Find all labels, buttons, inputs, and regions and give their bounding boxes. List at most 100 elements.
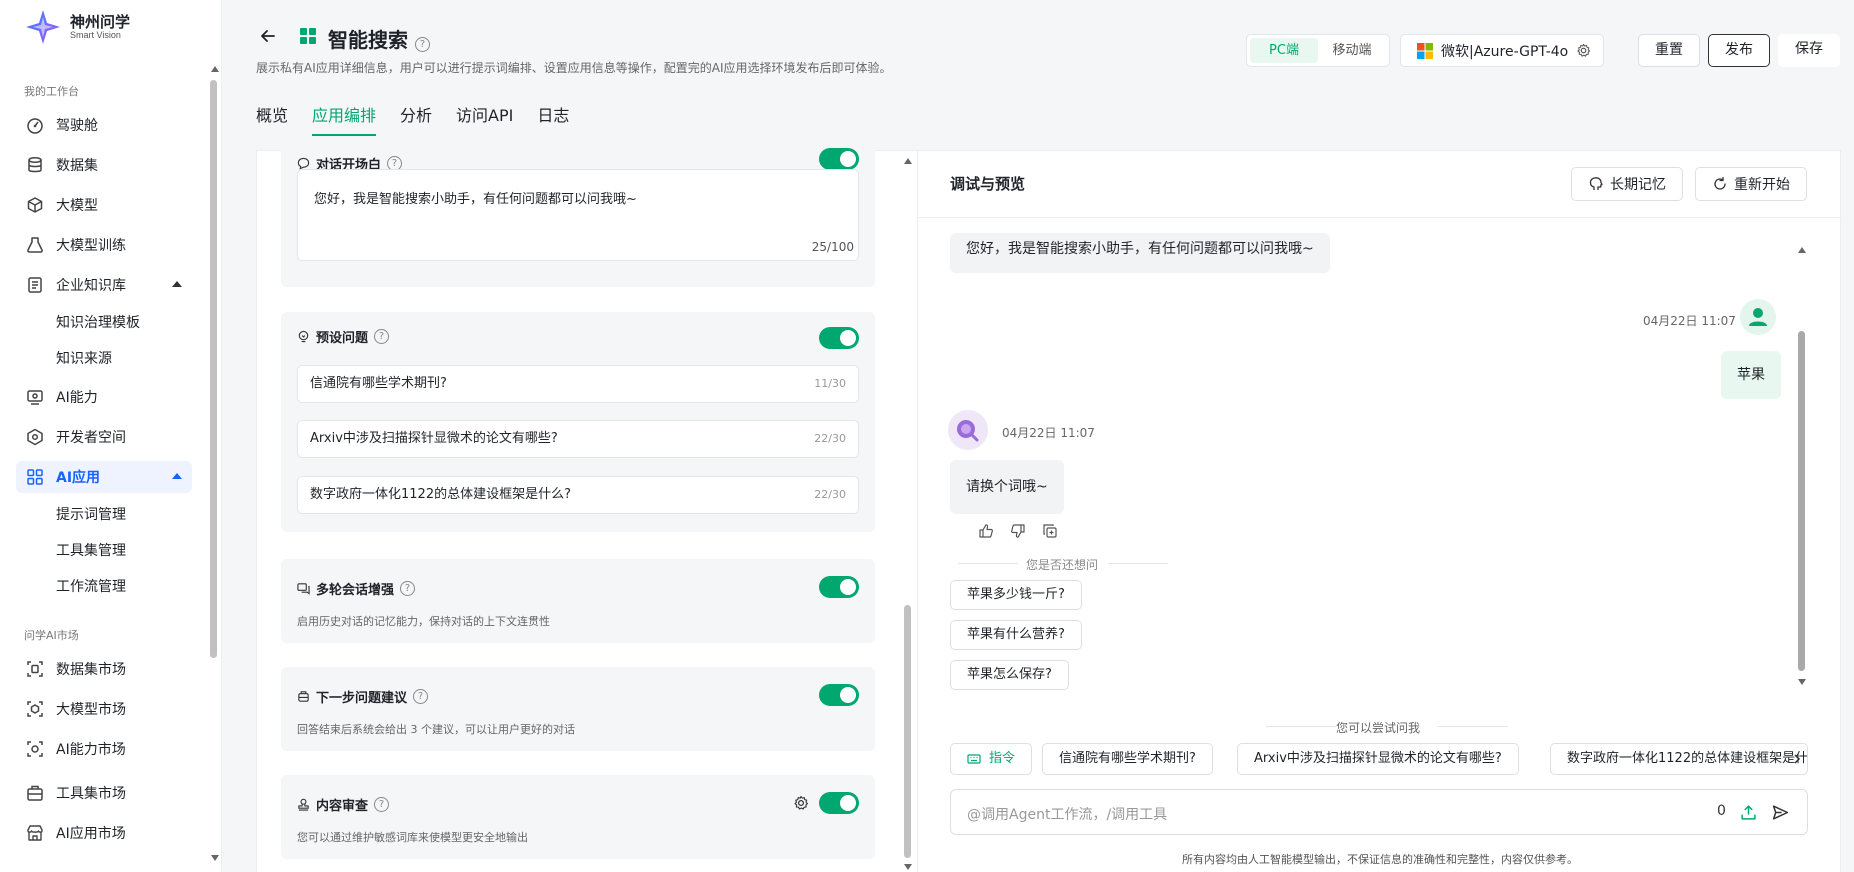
config-scrollbar-thumb[interactable] [904, 605, 911, 858]
scroll-up-icon[interactable] [211, 66, 219, 72]
scroll-down-icon[interactable] [1798, 679, 1806, 685]
preset-title-text: 预设问题 [316, 331, 369, 346]
platform-pc[interactable]: PC端 [1250, 38, 1318, 63]
suggestion-3[interactable]: 苹果怎么保存? [950, 660, 1069, 690]
long-memory-label: 长期记忆 [1610, 177, 1666, 193]
preset-question-2[interactable]: Arxiv中涉及扫描探针显微术的论文有哪些? 22/30 [297, 420, 859, 458]
store-icon [27, 825, 43, 841]
multi-turn-toggle[interactable] [819, 576, 859, 598]
page-description: 展示私有AI应用详细信息，用户可以进行提示词编排、设置应用信息等操作，配置完的A… [256, 61, 892, 75]
knowledge-base-icon [28, 277, 42, 293]
restart-button[interactable]: 重新开始 [1695, 167, 1807, 201]
help-icon[interactable]: ? [413, 689, 429, 704]
publish-button[interactable]: 发布 [1708, 34, 1770, 67]
sidebar-item-label: 大模型训练 [56, 238, 126, 254]
next-step-card: 下一步问题建议 ? 回答结束后系统会给出 3 个建议，可以让用户更好的对话 [281, 667, 875, 751]
sidebar-item-toolbox-market[interactable]: 工具集市场 [16, 777, 192, 809]
sidebar-subitem-toolset[interactable]: 工具集管理 [56, 540, 126, 560]
refresh-icon [1714, 176, 1726, 190]
help-icon[interactable]: ? [374, 329, 390, 344]
send-icon[interactable] [1772, 804, 1789, 821]
platform-mobile[interactable]: 移动端 [1318, 38, 1386, 63]
bot-message: 请换个词哦~ [950, 460, 1064, 514]
sidebar-subitem-prompt[interactable]: 提示词管理 [56, 504, 126, 524]
preset-card: 预设问题 ? 信通院有哪些学术期刊? 11/30 Arxiv中涉及扫描探针显微术的… [281, 312, 875, 532]
caret-up-icon[interactable] [172, 473, 182, 479]
prompt-chip-1[interactable]: 信通院有哪些学术期刊? [1042, 743, 1213, 775]
sidebar-subitem-knowledge-template[interactable]: 知识治理模板 [56, 312, 140, 332]
scroll-up-icon[interactable] [904, 158, 912, 164]
save-button[interactable]: 保存 [1778, 34, 1840, 67]
try-label: 您可以尝试问我 [1336, 721, 1421, 735]
scroll-up-icon[interactable] [1798, 247, 1806, 253]
sidebar-item-ai-app[interactable]: AI应用 [16, 461, 192, 493]
chat-input[interactable]: @调用Agent工作流，/调用工具 0 [950, 789, 1808, 835]
opening-count: 25/100 [811, 240, 854, 254]
command-chip[interactable]: 指令 [950, 743, 1033, 775]
thumbs-up-icon[interactable] [978, 523, 994, 539]
sidebar-item-ai-market[interactable]: AI能力市场 [16, 733, 192, 765]
back-arrow-icon[interactable] [258, 26, 278, 46]
sidebar-item-label: AI应用市场 [56, 826, 126, 842]
preset-question-1[interactable]: 信通院有哪些学术期刊? 11/30 [297, 365, 859, 403]
sidebar-item-label: AI能力市场 [56, 742, 126, 758]
sidebar-item-label: AI应用 [56, 470, 101, 486]
prompt-chip-3[interactable]: 数字政府一体化1122的总体建设框架是什么? [1550, 743, 1808, 775]
sidebar-item-developer[interactable]: 开发者空间 [16, 421, 192, 453]
sidebar-item-model[interactable]: 大模型 [16, 189, 192, 221]
moderation-toggle[interactable] [819, 792, 859, 814]
tab-logs[interactable]: 日志 [537, 102, 569, 136]
next-step-toggle[interactable] [819, 684, 859, 706]
sidebar-item-dataset-market[interactable]: 数据集市场 [16, 653, 192, 685]
sidebar: 神州问学 Smart Vision 我的工作台 驾驶舱 数据集 大模型 大模型训… [0, 0, 222, 872]
gear-icon[interactable] [793, 795, 809, 811]
caret-up-icon[interactable] [172, 281, 182, 287]
preset-question-3[interactable]: 数字政府一体化1122的总体建设框架是什么? 22/30 [297, 476, 859, 514]
sidebar-item-app-market[interactable]: AI应用市场 [16, 817, 192, 849]
user-timestamp: 04月22日 11:07 [1643, 314, 1736, 328]
tab-orchestration[interactable]: 应用编排 [312, 102, 377, 136]
page-title: 智能搜索 ? [328, 24, 430, 53]
long-memory-button[interactable]: 长期记忆 [1571, 167, 1683, 201]
preview-divider [918, 217, 1842, 218]
scroll-down-icon[interactable] [904, 864, 912, 870]
suggestion-2[interactable]: 苹果有什么营养? [950, 620, 1082, 650]
user-avatar [1740, 299, 1776, 335]
sidebar-item-training[interactable]: 大模型训练 [16, 229, 192, 261]
sidebar-item-model-market[interactable]: 大模型市场 [16, 693, 192, 725]
chat-scrollbar-thumb[interactable] [1798, 331, 1805, 671]
sidebar-item-knowledge-base[interactable]: 企业知识库 [16, 269, 192, 301]
upload-icon[interactable] [1740, 804, 1757, 821]
scroll-down-icon[interactable] [211, 855, 219, 861]
ai-capability-icon [27, 390, 43, 405]
tab-analysis[interactable]: 分析 [400, 102, 432, 136]
help-icon[interactable]: ? [374, 797, 390, 812]
reset-button[interactable]: 重置 [1638, 34, 1700, 67]
preset-toggle[interactable] [819, 327, 859, 349]
help-icon[interactable]: ? [414, 37, 430, 52]
logo[interactable]: 神州问学 Smart Vision [24, 8, 130, 46]
suggest-divider-left [958, 563, 1018, 564]
suggestion-1[interactable]: 苹果多少钱一斤? [950, 580, 1082, 610]
thumbs-down-icon[interactable] [1010, 523, 1026, 539]
sidebar-subitem-knowledge-source[interactable]: 知识来源 [56, 348, 112, 368]
sidebar-item-label: 数据集市场 [56, 662, 126, 678]
tab-api[interactable]: 访问API [456, 102, 513, 136]
tab-overview[interactable]: 概览 [256, 102, 288, 136]
prompt-chip-2[interactable]: Arxiv中涉及扫描探针显微术的论文有哪些? [1237, 743, 1519, 775]
help-icon[interactable]: ? [400, 581, 416, 596]
sidebar-item-cockpit[interactable]: 驾驶舱 [16, 109, 192, 141]
gear-icon[interactable] [1576, 43, 1591, 58]
opening-toggle[interactable] [819, 148, 859, 170]
copy-icon[interactable] [1042, 523, 1058, 539]
microsoft-logo-icon [1417, 42, 1433, 59]
sidebar-subitem-workflow[interactable]: 工作流管理 [56, 576, 126, 596]
sidebar-item-ai-capability[interactable]: AI能力 [16, 381, 192, 413]
chevron-right-icon[interactable] [1792, 753, 1802, 765]
sidebar-scrollbar-thumb[interactable] [210, 80, 217, 658]
sidebar-item-dataset[interactable]: 数据集 [16, 149, 192, 181]
sidebar-item-label: 驾驶舱 [56, 118, 98, 134]
model-selector[interactable]: 微软|Azure-GPT-4o [1400, 34, 1604, 67]
multi-turn-title: 多轮会话增强 ? [297, 579, 416, 598]
opening-textarea[interactable]: 您好，我是智能搜索小助手，有任何问题都可以问我哦~ 25/100 [297, 169, 859, 261]
